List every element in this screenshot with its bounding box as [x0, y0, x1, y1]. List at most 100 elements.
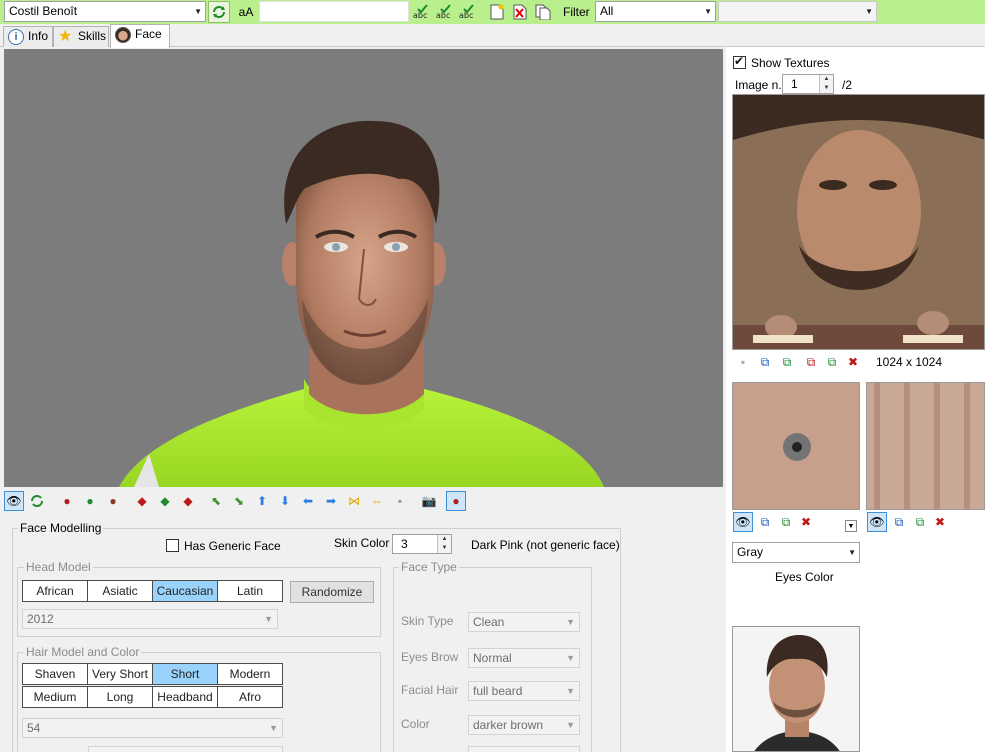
- head-action-1-button[interactable]: ●: [57, 491, 77, 511]
- hair-action-2-button[interactable]: ◆: [155, 491, 175, 511]
- face-texture-image: [733, 95, 984, 349]
- mouth-toggle-button[interactable]: ●: [446, 491, 466, 511]
- eye-icon: 👁: [735, 515, 751, 529]
- skin-type-select[interactable]: Clean ▼: [468, 612, 580, 632]
- image-number-spinner[interactable]: 1 ▲ ▼: [782, 74, 834, 94]
- arrow-up-left-icon: ⬉: [210, 494, 222, 508]
- expand-icon: ⇔: [371, 494, 383, 508]
- tab-skills-label: Skills: [78, 29, 107, 43]
- face-type-extra-select[interactable]: [468, 746, 580, 752]
- shrink-button[interactable]: ⋈: [344, 491, 364, 511]
- tab-face[interactable]: Face: [110, 24, 170, 48]
- face-3d-viewport[interactable]: [4, 49, 723, 487]
- has-generic-face-checkbox[interactable]: [166, 539, 179, 552]
- chevron-down-icon: ▼: [566, 686, 575, 696]
- hair-afro[interactable]: Afro: [217, 686, 283, 708]
- eye-texture-export-button[interactable]: ⧉: [776, 512, 796, 532]
- tab-info[interactable]: i Info: [3, 26, 53, 47]
- hair-texture-remove-button[interactable]: ✖: [930, 512, 950, 532]
- eye-texture-preview[interactable]: [732, 382, 860, 510]
- search-input[interactable]: [259, 1, 409, 22]
- add-texture-button[interactable]: ⧉: [801, 352, 821, 372]
- import-texture-button[interactable]: ⧉: [755, 352, 775, 372]
- reset-view-button[interactable]: [27, 491, 47, 511]
- head-model-african[interactable]: African: [22, 580, 88, 602]
- player-photo-image: [733, 627, 859, 751]
- face-texture-preview[interactable]: [732, 94, 985, 350]
- export-texture-button[interactable]: ⧉: [777, 352, 797, 372]
- screenshot-button[interactable]: 📷: [419, 491, 439, 511]
- move-down-button[interactable]: ⬇: [275, 491, 295, 511]
- player-select-value: Costil Benoît: [9, 4, 78, 18]
- tab-skills[interactable]: ★ Skills: [53, 26, 109, 47]
- expand-button[interactable]: ⇔: [367, 491, 387, 511]
- hair-texture-import-button[interactable]: ⧉: [889, 512, 909, 532]
- spellcheck-button-1[interactable]: abc: [411, 1, 433, 23]
- move-up-button[interactable]: ⬆: [252, 491, 272, 511]
- facial-hair-color-select[interactable]: darker brown ▼: [468, 715, 580, 735]
- extra-select[interactable]: ▼: [718, 1, 877, 22]
- head-action-3-button[interactable]: ●: [103, 491, 123, 511]
- hair-modern[interactable]: Modern: [217, 663, 283, 685]
- case-sensitive-button[interactable]: aA: [234, 1, 258, 23]
- copy-button[interactable]: [532, 1, 554, 23]
- player-select[interactable]: Costil Benoît ▼: [4, 1, 206, 22]
- head-model-select[interactable]: 2012 ▼: [22, 609, 278, 629]
- remove-texture-button[interactable]: ✖: [843, 352, 863, 372]
- view-toggle-button[interactable]: 👁: [4, 491, 24, 511]
- hair-texture-preview[interactable]: [866, 382, 985, 510]
- hair-short[interactable]: Short: [152, 663, 218, 685]
- facial-hair-select[interactable]: full beard ▼: [468, 681, 580, 701]
- tab-strip: i Info ★ Skills Face: [0, 24, 985, 48]
- eye-texture-view-button[interactable]: 👁: [733, 512, 753, 532]
- show-textures-checkbox[interactable]: [733, 54, 746, 69]
- hair-model-select[interactable]: 54 ▼: [22, 718, 283, 738]
- spinner-arrows-icon[interactable]: ▲ ▼: [437, 535, 451, 553]
- eyes-color-select[interactable]: Gray ▼: [732, 542, 860, 563]
- hair-shaven[interactable]: Shaven: [22, 663, 88, 685]
- hair-action-3-button[interactable]: ◆: [178, 491, 198, 511]
- skin-color-spinner[interactable]: 3 ▲ ▼: [392, 534, 452, 554]
- filter-select[interactable]: All ▼: [595, 1, 716, 22]
- move-down-right-button[interactable]: ⬊: [229, 491, 249, 511]
- head-action-2-button[interactable]: ●: [80, 491, 100, 511]
- spinner-arrows-icon[interactable]: ▲ ▼: [819, 75, 833, 93]
- move-up-left-button[interactable]: ⬉: [206, 491, 226, 511]
- eyes-brow-label: Eyes Brow: [401, 650, 459, 664]
- eye-texture-remove-button[interactable]: ✖: [796, 512, 816, 532]
- move-right-button[interactable]: ➡: [321, 491, 341, 511]
- spellcheck-button-2[interactable]: abc: [434, 1, 456, 23]
- hair-very-short[interactable]: Very Short: [87, 663, 153, 685]
- eye-texture-import-button[interactable]: ⧉: [755, 512, 775, 532]
- hair-color-select[interactable]: [88, 746, 283, 752]
- hair-texture-export-button[interactable]: ⧉: [910, 512, 930, 532]
- hair-red-icon: ◆: [137, 494, 147, 508]
- hair-texture-view-button[interactable]: 👁: [867, 512, 887, 532]
- save-view-button[interactable]: ▪: [390, 491, 410, 511]
- randomize-button[interactable]: Randomize: [290, 581, 374, 603]
- eyes-brow-select[interactable]: Normal ▼: [468, 648, 580, 668]
- facial-hair-color-select-value: darker brown: [473, 718, 544, 732]
- replace-texture-button[interactable]: ⧉: [822, 352, 842, 372]
- mouth-icon: ●: [452, 494, 460, 508]
- save-texture-button[interactable]: ▪: [733, 352, 753, 372]
- player-photo[interactable]: [732, 626, 860, 752]
- spellcheck-button-3[interactable]: abc: [457, 1, 479, 23]
- hair-remove-icon: ◆: [183, 494, 193, 508]
- head-model-latin[interactable]: Latin: [217, 580, 283, 602]
- remove-texture-icon: ✖: [847, 355, 859, 369]
- skin-type-label: Skin Type: [401, 614, 454, 628]
- refresh-button[interactable]: [208, 1, 230, 23]
- delete-button[interactable]: [509, 1, 531, 23]
- head-model-asiatic[interactable]: Asiatic: [87, 580, 153, 602]
- hair-medium[interactable]: Medium: [22, 686, 88, 708]
- eye-texture-menu-button[interactable]: ▼: [845, 520, 857, 532]
- hair-long[interactable]: Long: [87, 686, 153, 708]
- hair-headband[interactable]: Headband: [152, 686, 218, 708]
- head-model-caucasian[interactable]: Caucasian: [152, 580, 218, 602]
- move-left-button[interactable]: ⬅: [298, 491, 318, 511]
- new-button[interactable]: [486, 1, 508, 23]
- image-number-value: 1: [791, 77, 798, 91]
- spellcheck-icon: abc: [436, 4, 451, 20]
- hair-action-1-button[interactable]: ◆: [132, 491, 152, 511]
